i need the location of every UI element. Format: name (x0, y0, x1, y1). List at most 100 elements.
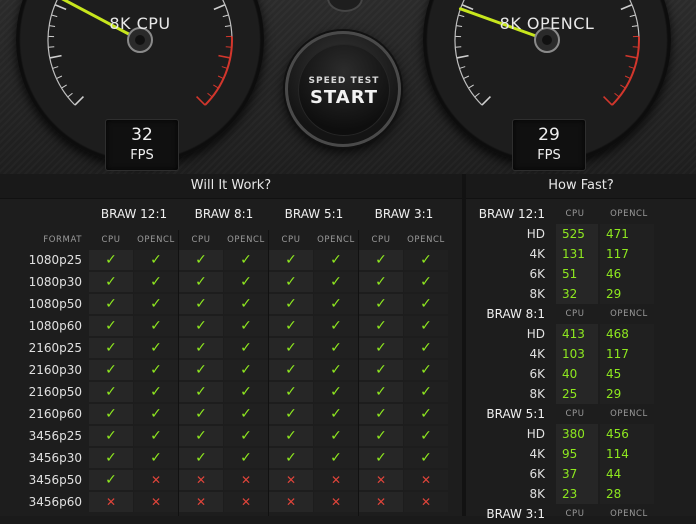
cpu-gauge-tick (62, 85, 67, 88)
opencl-gauge: 8K OPENCL 29 FPS (423, 0, 671, 164)
format-label: 2160p30 (10, 360, 82, 380)
check-icon: ✓ (314, 426, 358, 446)
opencl-gauge-tick (469, 85, 474, 88)
check-icon: ✓ (134, 294, 178, 314)
cpu-fps-cell: 23 (556, 484, 598, 504)
check-icon: ✓ (314, 272, 358, 292)
cpu-gauge-tick (75, 97, 83, 105)
cpu-gauge-tick (68, 93, 73, 97)
check-icon: ✓ (359, 338, 403, 358)
opencl-gauge-needle-hub-center (542, 35, 552, 45)
opencl-fps-cell: 468 (600, 324, 654, 344)
opencl-fps-cell: 456 (600, 424, 654, 444)
check-icon: ✓ (359, 426, 403, 446)
check-icon: ✓ (89, 426, 133, 446)
cross-icon: ✕ (269, 492, 313, 512)
cross-icon: ✕ (314, 492, 358, 512)
format-label: 2160p25 (10, 338, 82, 358)
cross-icon: ✕ (314, 470, 358, 490)
column-header: OPENCL (134, 235, 178, 245)
column-header: CPU (359, 235, 403, 245)
check-icon: ✓ (89, 382, 133, 402)
check-icon: ✓ (134, 316, 178, 336)
check-icon: ✓ (224, 250, 268, 270)
opencl-fps-display: 29 FPS (512, 119, 586, 171)
check-icon: ✓ (404, 360, 448, 380)
cpu-fps-cell: 32 (556, 284, 598, 304)
cpu-fps-cell: 413 (556, 324, 598, 344)
speed-column-header: OPENCL (602, 404, 656, 424)
check-icon: ✓ (89, 470, 133, 490)
cross-icon: ✕ (89, 492, 133, 512)
check-icon: ✓ (314, 382, 358, 402)
resolution-label: 6K (470, 264, 545, 284)
opencl-gauge-tick (482, 97, 490, 105)
cpu-gauge-tick (53, 67, 59, 69)
check-icon: ✓ (404, 404, 448, 424)
check-icon: ✓ (134, 426, 178, 446)
check-icon: ✓ (404, 272, 448, 292)
cpu-gauge-tick (50, 56, 62, 58)
speed-group-name: BRAW 3:1 (470, 504, 545, 524)
check-icon: ✓ (269, 426, 313, 446)
opencl-gauge-tick (604, 97, 612, 105)
check-icon: ✓ (269, 448, 313, 468)
speed-test-start-button[interactable]: SPEED TEST START (285, 31, 401, 147)
check-icon: ✓ (269, 250, 313, 270)
opencl-gauge-tick (460, 67, 466, 69)
column-header: OPENCL (224, 235, 268, 245)
speed-column-header: CPU (554, 304, 596, 324)
check-icon: ✓ (179, 382, 223, 402)
opencl-fps-cell: 29 (600, 284, 654, 304)
check-icon: ✓ (89, 404, 133, 424)
opencl-fps-cell: 114 (600, 444, 654, 464)
check-icon: ✓ (359, 404, 403, 424)
opencl-fps-cell: 44 (600, 464, 654, 484)
cpu-fps-cell: 37 (556, 464, 598, 484)
format-label: 2160p50 (10, 382, 82, 402)
format-column-header: FORMAT (22, 235, 82, 245)
resolution-label: 8K (470, 284, 545, 304)
opencl-fps-value: 29 (513, 125, 585, 145)
format-label: 3456p60 (10, 492, 82, 512)
opencl-gauge-tick (463, 76, 468, 79)
check-icon: ✓ (404, 338, 448, 358)
cpu-gauge-tick (214, 5, 225, 10)
resolution-label: 8K (470, 384, 545, 404)
cpu-gauge-tick (55, 5, 66, 10)
check-icon: ✓ (314, 404, 358, 424)
resolution-label: 6K (470, 364, 545, 384)
resolution-label: 8K (470, 484, 545, 504)
check-icon: ✓ (89, 294, 133, 314)
check-icon: ✓ (224, 316, 268, 336)
opencl-fps-cell: 29 (600, 384, 654, 404)
how-fast-title: How Fast? (466, 174, 696, 199)
format-label: 3456p50 (10, 470, 82, 490)
resolution-label: HD (470, 324, 545, 344)
check-icon: ✓ (224, 272, 268, 292)
speed-column-header: OPENCL (602, 504, 656, 524)
opencl-gauge-tick (457, 56, 469, 58)
cpu-fps-cell: 131 (556, 244, 598, 264)
cross-icon: ✕ (224, 492, 268, 512)
check-icon: ✓ (314, 448, 358, 468)
check-icon: ✓ (359, 382, 403, 402)
check-icon: ✓ (269, 360, 313, 380)
check-icon: ✓ (89, 448, 133, 468)
opencl-fps-cell: 28 (600, 484, 654, 504)
cross-icon: ✕ (179, 492, 223, 512)
check-icon: ✓ (314, 250, 358, 270)
cross-icon: ✕ (404, 470, 448, 490)
speed-column-header: OPENCL (602, 204, 656, 224)
opencl-fps-unit: FPS (513, 148, 585, 163)
check-icon: ✓ (314, 294, 358, 314)
resolution-label: HD (470, 224, 545, 244)
check-icon: ✓ (224, 338, 268, 358)
check-icon: ✓ (224, 448, 268, 468)
check-icon: ✓ (179, 272, 223, 292)
opencl-gauge-tick (621, 5, 632, 10)
cpu-gauge-tick (56, 76, 61, 79)
start-button-face[interactable]: SPEED TEST START (298, 44, 390, 136)
check-icon: ✓ (314, 338, 358, 358)
will-it-work-title: Will It Work? (0, 174, 462, 199)
